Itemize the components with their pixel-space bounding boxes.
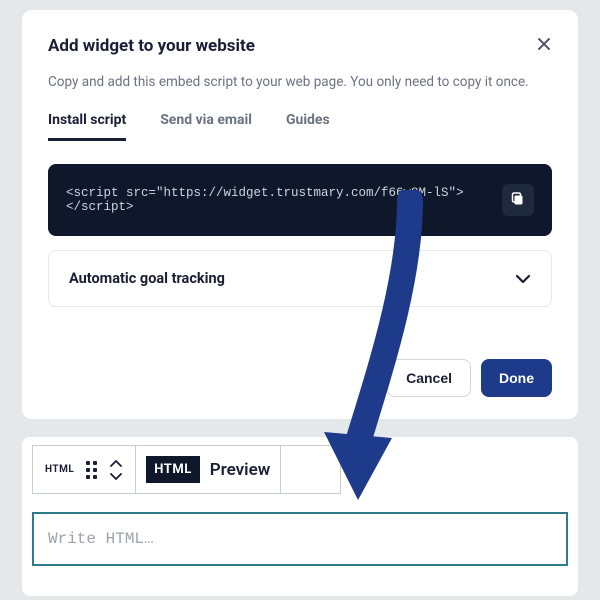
drag-handle-icon xyxy=(86,461,97,479)
close-icon xyxy=(536,35,552,57)
close-button[interactable] xyxy=(536,36,552,56)
install-tabs: Install script Send via email Guides xyxy=(48,112,552,142)
modal-header: Add widget to your website xyxy=(48,36,552,56)
tab-install-script[interactable]: Install script xyxy=(48,112,126,141)
goal-tracking-accordion[interactable]: Automatic goal tracking xyxy=(48,250,552,307)
html-badge-large: HTML xyxy=(146,456,199,483)
tab-send-email[interactable]: Send via email xyxy=(160,112,252,141)
modal-description: Copy and add this embed script to your w… xyxy=(48,74,552,90)
preview-toggle-cell[interactable]: HTML Preview xyxy=(136,445,281,494)
done-button[interactable]: Done xyxy=(481,359,552,397)
block-type-cell[interactable]: HTML xyxy=(32,445,136,494)
editor-toolbar: HTML HTML Preview xyxy=(32,445,568,494)
chevron-down-icon xyxy=(515,269,531,288)
html-badge-small: HTML xyxy=(45,464,74,475)
modal-title: Add widget to your website xyxy=(48,36,255,56)
embed-script-block: <script src="https://widget.trustmary.co… xyxy=(48,164,552,236)
tab-guides[interactable]: Guides xyxy=(286,112,330,141)
cancel-button[interactable]: Cancel xyxy=(387,359,471,397)
html-editor-panel: HTML HTML Preview xyxy=(22,437,578,596)
more-icon xyxy=(309,460,313,479)
embed-script-text: <script src="https://widget.trustmary.co… xyxy=(66,186,490,214)
toolbar-overflow-cell[interactable] xyxy=(281,445,341,494)
html-input[interactable] xyxy=(32,512,568,566)
copy-script-button[interactable] xyxy=(502,184,534,216)
preview-label: Preview xyxy=(210,460,271,480)
copy-icon xyxy=(510,191,526,210)
add-widget-modal: Add widget to your website Copy and add … xyxy=(22,10,578,419)
reorder-icon xyxy=(109,460,123,480)
modal-footer: Cancel Done xyxy=(48,359,552,397)
accordion-title: Automatic goal tracking xyxy=(69,270,225,287)
